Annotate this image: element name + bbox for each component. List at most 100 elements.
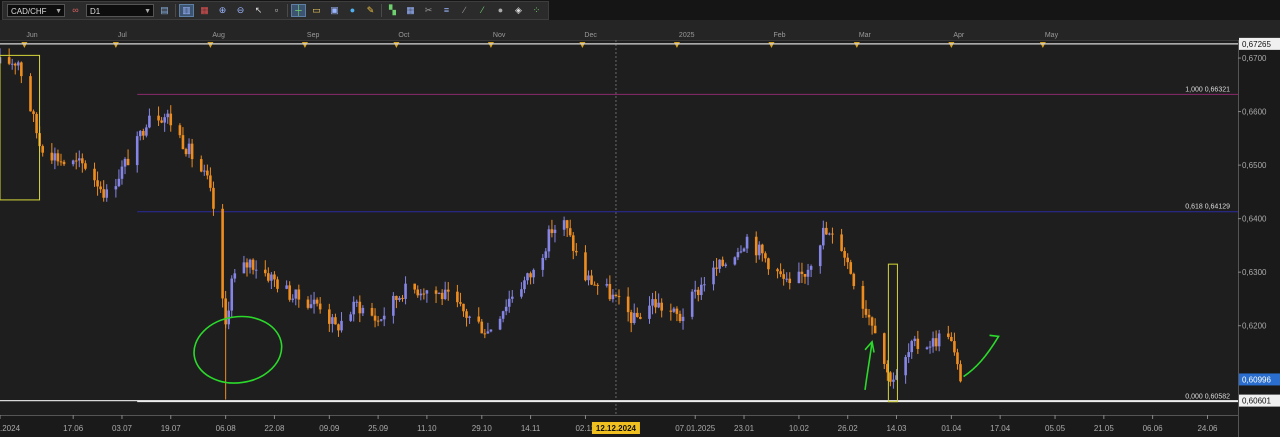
bull-candle <box>404 283 407 299</box>
dot-icon[interactable]: ▫ <box>269 4 284 17</box>
circle-icon[interactable]: ● <box>493 4 508 17</box>
bear-candle <box>764 253 767 259</box>
symbol-select[interactable]: CAD/CHF ▼ <box>7 4 65 17</box>
bear-candle <box>953 341 956 353</box>
bull-candle <box>419 293 423 296</box>
indicators-icon[interactable]: ▚ <box>385 4 400 17</box>
price-tick-label: 0,6500 <box>1242 161 1267 170</box>
globe-icon[interactable]: ● <box>345 4 360 17</box>
bull-candle <box>651 299 654 306</box>
lines-icon[interactable]: ≡ <box>439 4 454 17</box>
bear-candle <box>190 143 194 160</box>
bear-candle <box>852 273 856 287</box>
bear-candle <box>593 284 596 286</box>
bear-candle <box>401 297 404 299</box>
bull-candle <box>123 158 127 167</box>
toolbar: CAD/CHF ▼ ∞ D1 ▼ ▤ ▥ ▦ ⊕ ⊖ ↖ ▫ ┼ ▭ ▣ ● ✎ ▚… <box>0 0 1280 20</box>
bear-candle <box>297 289 301 300</box>
bear-candle <box>550 229 554 234</box>
bear-candle <box>7 57 11 64</box>
bear-candle <box>635 312 639 317</box>
bull-candle <box>562 220 566 230</box>
crosshair-icon[interactable]: ┼ <box>291 4 306 17</box>
bull-candle <box>138 130 142 137</box>
bear-candle <box>864 308 868 315</box>
bull-candle <box>392 295 395 316</box>
brush-icon[interactable]: ∕ <box>457 4 472 17</box>
chart-type-icon[interactable]: ▤ <box>157 4 172 17</box>
bull-candle <box>486 331 490 334</box>
axis-price-label: 0,67265 <box>1242 40 1271 49</box>
bear-candle <box>96 180 99 187</box>
screenshot-icon[interactable]: ▣ <box>327 4 342 17</box>
bull-candle <box>352 301 356 315</box>
bull-candle <box>718 259 721 269</box>
bars-icon[interactable]: ▦ <box>197 4 212 17</box>
time-tick-label: 14.11 <box>521 424 541 433</box>
trendline-icon[interactable]: ⁄ <box>475 4 490 17</box>
price-tick-label: 0,6600 <box>1242 108 1267 117</box>
comment-icon[interactable]: ▭ <box>309 4 324 17</box>
bear-candle <box>889 372 892 382</box>
bear-candle <box>754 236 758 256</box>
timeframe-select[interactable]: D1 ▼ <box>86 4 154 17</box>
fib-level-label: 0,000 0,60582 <box>1185 394 1230 401</box>
bear-candle <box>373 315 377 321</box>
bear-candle <box>959 364 962 382</box>
bear-candle <box>74 160 78 162</box>
bull-candle <box>797 271 801 284</box>
bull-candle <box>331 317 334 324</box>
candles-icon[interactable]: ▥ <box>179 4 194 17</box>
symbol-value: CAD/CHF <box>11 7 47 16</box>
bear-candle <box>846 257 849 263</box>
crosshair-date-label: 12.12.2024 <box>596 424 637 433</box>
time-tick-label: 26.02 <box>838 424 859 433</box>
bull-candle <box>700 284 703 296</box>
pencil-icon[interactable]: ✎ <box>363 4 378 17</box>
bull-candle <box>690 291 694 317</box>
bull-candle <box>163 117 166 123</box>
bull-candle <box>910 341 914 353</box>
cursor-icon[interactable]: ↖ <box>251 4 266 17</box>
time-tick-label: 24.05.2024 <box>0 424 21 433</box>
bear-candle <box>263 269 267 274</box>
eraser-icon[interactable]: ◈ <box>511 4 526 17</box>
bull-candle <box>712 267 715 285</box>
link-icon[interactable]: ∞ <box>68 4 83 17</box>
bear-candle <box>206 170 209 176</box>
dots-icon[interactable]: ⁘ <box>529 4 544 17</box>
price-tick-label: 0,6200 <box>1242 322 1267 331</box>
time-tick-label: 09.09 <box>319 424 340 433</box>
bear-candle <box>465 311 468 318</box>
bear-candle <box>56 153 60 162</box>
bear-candle <box>422 293 426 295</box>
zoom-in-icon[interactable]: ⊕ <box>215 4 230 17</box>
bull-candle <box>425 290 429 294</box>
bear-candle <box>483 333 487 335</box>
bull-candle <box>818 245 822 267</box>
bear-candle <box>41 146 44 153</box>
grid-icon[interactable]: ▦ <box>403 4 418 17</box>
bear-candle <box>782 274 785 279</box>
bull-candle <box>724 264 728 266</box>
bear-candle <box>608 284 612 300</box>
bear-candle <box>157 115 160 121</box>
bull-candle <box>532 269 535 278</box>
chevron-down-icon: ▼ <box>144 8 151 15</box>
bear-candle <box>334 317 337 325</box>
bear-candle <box>803 273 807 277</box>
price-chart[interactable]: Jun Jul Aug Sep Oct Nov Dec 2025 Feb Mar Apr May 0,6… <box>0 20 1280 437</box>
time-tick-label: 29.10 <box>472 424 493 433</box>
zoom-out-icon[interactable]: ⊖ <box>233 4 248 17</box>
scissors-icon[interactable]: ✂ <box>421 4 436 17</box>
time-tick-label: 23.01 <box>734 424 755 433</box>
bear-candle <box>160 120 163 123</box>
bull-candle <box>510 296 514 299</box>
bear-candle <box>590 275 593 285</box>
bull-candle <box>135 136 139 166</box>
bear-candle <box>867 314 871 318</box>
bear-candle <box>721 259 724 266</box>
bear-candle <box>596 284 599 286</box>
bear-candle <box>840 234 843 251</box>
bull-candle <box>312 299 316 305</box>
